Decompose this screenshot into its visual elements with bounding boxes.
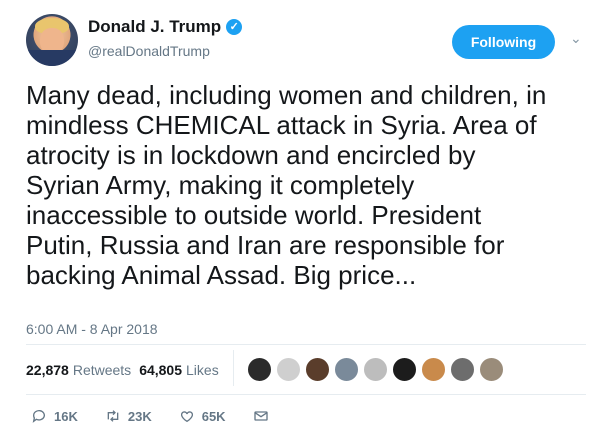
tweet-line: inaccessible to outside world. President — [26, 200, 482, 230]
tweet-line: backing Animal Assad. Big price... — [26, 260, 417, 290]
liker-avatar[interactable] — [305, 357, 330, 382]
liker-avatar[interactable] — [450, 357, 475, 382]
tweet-text: Many dead, including women and children,… — [26, 80, 601, 290]
likes-count[interactable]: 64,805 — [139, 362, 182, 378]
liker-avatars — [247, 357, 508, 382]
retweets-label[interactable]: Retweets — [73, 362, 131, 378]
liker-avatar[interactable] — [479, 357, 504, 382]
tweet-stats: 22,878 Retweets 64,805 Likes — [26, 362, 227, 378]
verified-badge-icon: ✓ — [226, 19, 243, 35]
author-handle[interactable]: @realDonaldTrump — [88, 43, 210, 59]
tweet-line: Putin, Russia and Iran are responsible f… — [26, 230, 505, 260]
tweet-actions: 16K 23K 65K — [30, 408, 302, 424]
liker-avatar[interactable] — [247, 357, 272, 382]
reply-icon — [32, 410, 45, 423]
retweet-button[interactable]: 23K — [104, 408, 152, 424]
likes-label[interactable]: Likes — [186, 362, 219, 378]
envelope-icon — [253, 411, 268, 421]
retweet-icon — [107, 410, 119, 422]
retweets-count[interactable]: 22,878 — [26, 362, 69, 378]
avatar[interactable] — [26, 14, 78, 66]
liker-avatar[interactable] — [363, 357, 388, 382]
tweet-line: Many dead, including women and children,… — [26, 80, 547, 110]
liker-avatar[interactable] — [392, 357, 417, 382]
display-name[interactable]: Donald J. Trump — [88, 17, 221, 37]
like-button[interactable]: 65K — [178, 408, 226, 424]
retweet-count: 23K — [127, 408, 152, 424]
stats-separator — [233, 350, 234, 386]
liker-avatar[interactable] — [276, 357, 301, 382]
reply-count: 16K — [54, 408, 78, 424]
liker-avatar[interactable] — [334, 357, 359, 382]
message-button[interactable] — [252, 408, 276, 424]
chevron-down-icon[interactable]: ⌄ — [570, 30, 582, 47]
reply-button[interactable]: 16K — [30, 408, 78, 424]
avatar-suit — [26, 50, 78, 66]
divider — [26, 394, 586, 395]
heart-icon — [180, 411, 193, 423]
tweet-timestamp[interactable]: 6:00 AM - 8 Apr 2018 — [26, 321, 158, 337]
author-name-row: Donald J. Trump ✓ — [88, 17, 243, 37]
following-button[interactable]: Following — [452, 25, 555, 59]
tweet-line: mindless CHEMICAL attack in Syria. Area … — [26, 110, 537, 140]
like-count: 65K — [201, 408, 226, 424]
tweet-line: atrocity is in lockdown and encircled by — [26, 140, 476, 170]
liker-avatar[interactable] — [421, 357, 446, 382]
tweet-line: Syrian Army, making it completely — [26, 170, 415, 200]
divider — [26, 344, 586, 345]
